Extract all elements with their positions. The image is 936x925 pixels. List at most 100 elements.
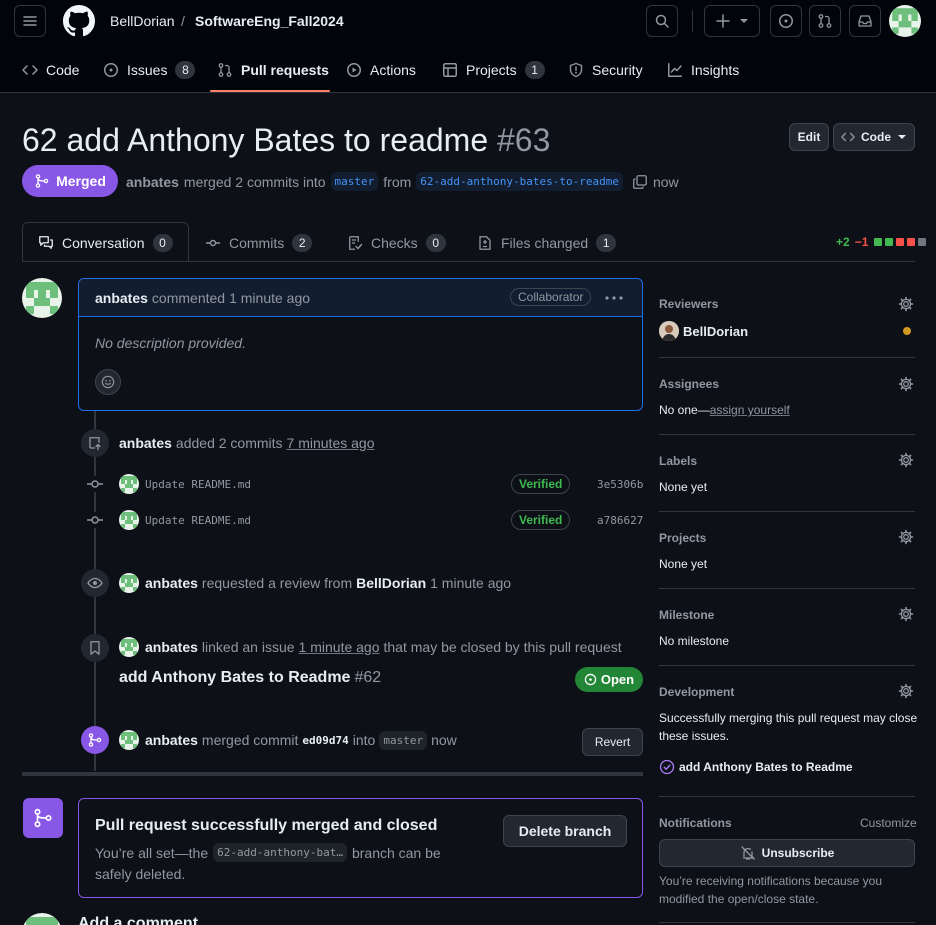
notifications-title: Notifications — [659, 816, 732, 830]
revert-button[interactable]: Revert — [582, 728, 643, 756]
commit-message[interactable]: Update README.md — [145, 514, 251, 527]
comment-author[interactable]: anbates — [95, 290, 148, 306]
issue-open-icon — [584, 673, 597, 686]
merge-icon — [88, 733, 102, 747]
head-branch[interactable]: 62-add-anthony-bates-to-readme — [416, 172, 623, 191]
commit-sha[interactable]: 3e5306b — [597, 478, 643, 491]
linked-issue-title[interactable]: add Anthony Bates to Readme — [119, 669, 350, 687]
notifications-reason-1: You’re receiving notifications because y… — [659, 874, 883, 888]
development-title[interactable]: Development — [659, 685, 734, 699]
unsubscribe-button[interactable]: Unsubscribe — [659, 839, 915, 867]
copy-icon[interactable] — [632, 174, 648, 190]
nav-actions[interactable]: Actions — [346, 58, 416, 82]
commits-event-author[interactable]: anbates — [119, 435, 172, 451]
nav-security-label: Security — [592, 62, 643, 78]
assign-yourself-link[interactable]: assign yourself — [710, 403, 790, 417]
link-event-action: linked an issue — [201, 639, 295, 655]
tab-files-changed[interactable]: Files changed 1 — [477, 232, 617, 254]
breadcrumb-owner[interactable]: BellDorian — [110, 13, 175, 29]
search-button[interactable] — [646, 5, 678, 37]
commit-message[interactable]: Update README.md — [145, 478, 251, 491]
edit-title-button[interactable]: Edit — [789, 123, 829, 151]
linked-issue-state: Open — [600, 672, 635, 687]
review-event-time[interactable]: 1 minute ago — [430, 575, 511, 591]
nav-issues[interactable]: Issues 8 — [103, 58, 196, 82]
commit-author-avatar[interactable] — [119, 474, 139, 494]
commits-event-time[interactable]: 7 minutes ago — [287, 435, 375, 451]
base-branch[interactable]: master — [330, 172, 379, 191]
tab-conversation[interactable]: Conversation 0 — [38, 232, 173, 254]
milestone-title[interactable]: Milestone — [659, 608, 714, 622]
commit-author-avatar[interactable] — [119, 510, 139, 530]
assignees-title[interactable]: Assignees — [659, 377, 719, 391]
merge-icon — [35, 174, 49, 188]
nav-security[interactable]: Security — [568, 58, 643, 82]
review-event-target[interactable]: BellDorian — [356, 575, 426, 591]
delete-branch-button[interactable]: Delete branch — [503, 815, 627, 847]
gear-icon[interactable] — [898, 529, 914, 545]
tab-checks[interactable]: Checks 0 — [347, 232, 446, 254]
inbox-button[interactable] — [849, 5, 881, 37]
linked-issue[interactable]: add Anthony Bates to Readme #62 — [119, 669, 381, 687]
code-dropdown-button[interactable]: Code — [833, 123, 915, 151]
gear-icon[interactable] — [898, 606, 914, 622]
merge-status-branch[interactable]: 62-add-anthony-bat… — [213, 843, 347, 862]
diffstat-additions: +2 — [836, 235, 850, 249]
comment-body: No description provided. — [95, 335, 246, 351]
nav-projects[interactable]: Projects 1 — [442, 58, 545, 82]
commit-sha[interactable]: a786627 — [597, 514, 643, 527]
diffstat-block — [885, 238, 894, 246]
comment-time[interactable]: 1 minute ago — [229, 290, 310, 306]
merge-status-text-post: branch can be — [351, 844, 441, 861]
link-event-author[interactable]: anbates — [145, 639, 198, 655]
gear-icon[interactable] — [898, 683, 914, 699]
tab-conversation-count: 0 — [152, 234, 173, 252]
comment-options-button[interactable] — [605, 296, 623, 300]
merge-event-sha[interactable]: ed09d74 — [302, 734, 348, 747]
development-issue-title[interactable]: add Anthony Bates to Readme — [679, 760, 853, 774]
reviewer-name[interactable]: BellDorian — [683, 324, 748, 339]
add-reaction-button[interactable] — [95, 369, 121, 395]
nav-insights[interactable]: Insights — [667, 58, 739, 82]
development-linked-issue[interactable]: add Anthony Bates to Readme — [659, 759, 853, 775]
comment-author-avatar[interactable] — [22, 278, 62, 318]
nav-pull-requests[interactable]: Pull requests — [217, 58, 329, 82]
reviewers-title[interactable]: Reviewers — [659, 297, 718, 311]
merged-state-badge: Merged — [22, 165, 118, 197]
link-author-avatar[interactable] — [119, 637, 139, 657]
pull-requests-button[interactable] — [809, 5, 841, 37]
gear-icon[interactable] — [898, 296, 914, 312]
verified-badge[interactable]: Verified — [511, 474, 571, 494]
labels-title[interactable]: Labels — [659, 454, 697, 468]
commit-row-icon — [87, 476, 103, 492]
issues-button[interactable] — [770, 5, 802, 37]
sidebar-divider — [659, 588, 915, 589]
verified-badge[interactable]: Verified — [511, 510, 571, 530]
header-divider — [692, 10, 693, 32]
link-event-time[interactable]: 1 minute ago — [299, 639, 380, 655]
merge-event-author[interactable]: anbates — [145, 732, 198, 748]
gear-icon[interactable] — [898, 376, 914, 392]
nav-code[interactable]: Code — [22, 58, 79, 82]
commit-row: Update README.md — [119, 474, 251, 494]
pr-title-text: 62 add Anthony Bates to readme — [22, 122, 489, 158]
gear-icon[interactable] — [898, 452, 914, 468]
menu-button[interactable] — [14, 5, 46, 37]
sidebar-divider — [659, 511, 915, 512]
review-author-avatar[interactable] — [119, 573, 139, 593]
merge-event-branch[interactable]: master — [379, 730, 428, 750]
notifications-customize-link[interactable]: Customize — [860, 816, 917, 830]
comment-discussion-icon — [39, 236, 53, 249]
review-event-author[interactable]: anbates — [145, 575, 198, 591]
user-avatar[interactable] — [889, 5, 921, 37]
merge-author-avatar[interactable] — [119, 730, 139, 750]
diffstat: +2 −1 — [836, 235, 927, 249]
github-logo-icon[interactable] — [63, 5, 95, 37]
reviewer-avatar[interactable] — [659, 321, 679, 341]
projects-title[interactable]: Projects — [659, 531, 706, 545]
create-new-button[interactable] — [704, 5, 760, 37]
new-comment-avatar — [22, 913, 62, 925]
tab-commits[interactable]: Commits 2 — [205, 232, 313, 254]
pr-author[interactable]: anbates — [126, 174, 179, 190]
breadcrumb-repo[interactable]: SoftwareEng_Fall2024 — [195, 13, 344, 29]
